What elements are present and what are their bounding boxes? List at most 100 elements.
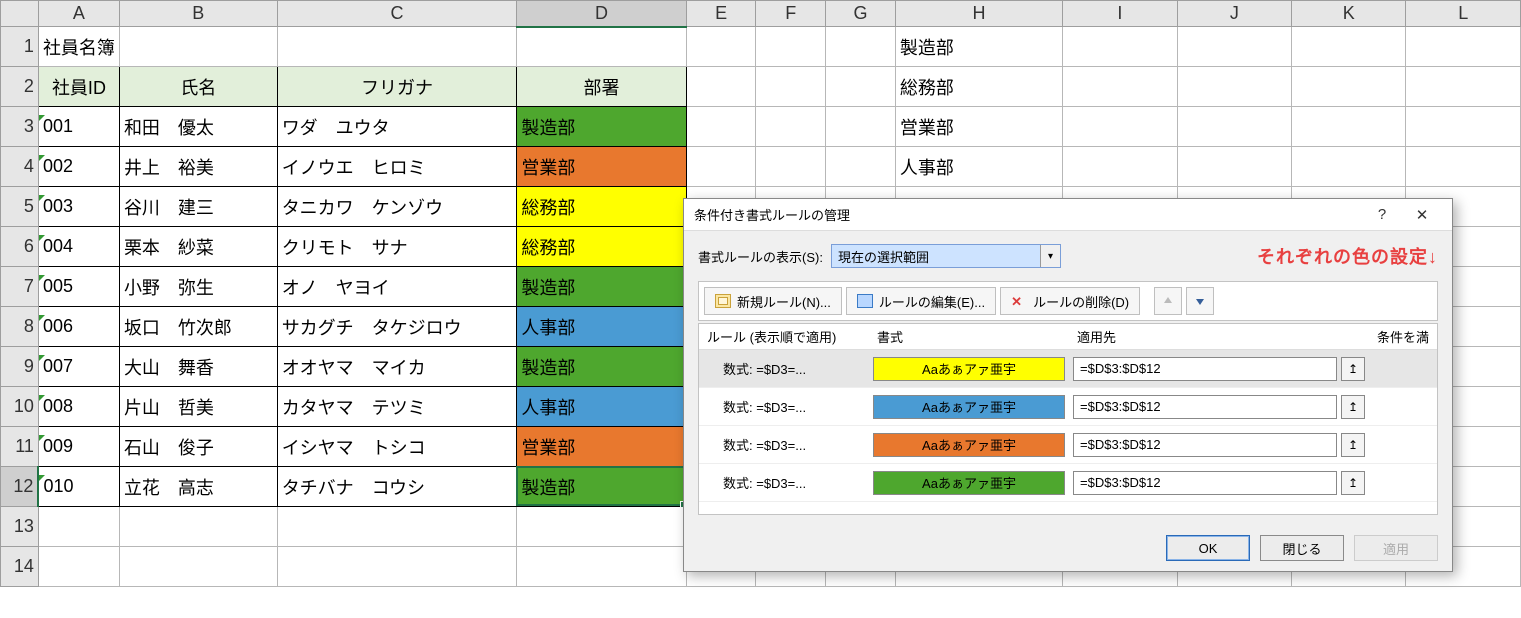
applies-to-input[interactable] [1073,357,1337,381]
cell-D2[interactable]: 部署 [517,67,686,107]
close-icon[interactable]: ✕ [1402,206,1442,224]
cell-A1[interactable]: 社員名簿 [38,27,119,67]
move-down-button[interactable] [1186,287,1214,315]
range-picker-icon[interactable]: ↥ [1341,395,1365,419]
cell-H2[interactable]: 総務部 [895,67,1062,107]
row-header-7[interactable]: 7 [1,267,39,307]
range-picker-icon[interactable]: ↥ [1341,433,1365,457]
cell-A7[interactable]: 005 [38,267,119,307]
cell-J2[interactable] [1177,67,1291,107]
cell-A4[interactable]: 002 [38,147,119,187]
cell-D1[interactable] [517,27,686,67]
cell-G2[interactable] [826,67,896,107]
delete-rule-button[interactable]: ✕ ルールの削除(D) [1000,287,1140,315]
column-header-K[interactable]: K [1292,1,1406,27]
cell-B8[interactable]: 坂口 竹次郎 [119,307,277,347]
cell-D5[interactable]: 総務部 [517,187,686,227]
column-header-D[interactable]: D [517,1,686,27]
rule-row[interactable]: 数式: =$D3=...Aaあぁアァ亜宇↥ [699,388,1437,426]
cell-A6[interactable]: 004 [38,227,119,267]
cell-B6[interactable]: 栗本 紗菜 [119,227,277,267]
cell-A11[interactable]: 009 [38,427,119,467]
cell-E1[interactable] [686,27,756,67]
cell-B2[interactable]: 氏名 [119,67,277,107]
cell-A5[interactable]: 003 [38,187,119,227]
show-rules-combo[interactable]: 現在の選択範囲 ▾ [831,244,1061,268]
row-header-5[interactable]: 5 [1,187,39,227]
cell-I2[interactable] [1063,67,1177,107]
column-header-J[interactable]: J [1177,1,1291,27]
column-header-G[interactable]: G [826,1,896,27]
cell-I1[interactable] [1063,27,1177,67]
cell-D4[interactable]: 営業部 [517,147,686,187]
new-rule-button[interactable]: 新規ルール(N)... [704,287,842,315]
move-up-button[interactable] [1154,287,1182,315]
row-header-2[interactable]: 2 [1,67,39,107]
row-header-1[interactable]: 1 [1,27,39,67]
cell-B3[interactable]: 和田 優太 [119,107,277,147]
cell-H1[interactable]: 製造部 [895,27,1062,67]
cell-E3[interactable] [686,107,756,147]
row-header-14[interactable]: 14 [1,547,39,587]
cell-A10[interactable]: 008 [38,387,119,427]
cell-B13[interactable] [119,507,277,547]
row-header-8[interactable]: 8 [1,307,39,347]
cell-G4[interactable] [826,147,896,187]
rule-row[interactable]: 数式: =$D3=...Aaあぁアァ亜宇↥ [699,426,1437,464]
cell-J3[interactable] [1177,107,1291,147]
cell-K2[interactable] [1292,67,1406,107]
cell-A3[interactable]: 001 [38,107,119,147]
cell-A2[interactable]: 社員ID [38,67,119,107]
column-header-B[interactable]: B [119,1,277,27]
cell-D10[interactable]: 人事部 [517,387,686,427]
cell-K1[interactable] [1292,27,1406,67]
row-header-9[interactable]: 9 [1,347,39,387]
cell-B9[interactable]: 大山 舞香 [119,347,277,387]
rule-row[interactable]: 数式: =$D3=...Aaあぁアァ亜宇↥ [699,350,1437,388]
applies-to-input[interactable] [1073,471,1337,495]
cell-C11[interactable]: イシヤマ トシコ [277,427,517,467]
cell-K4[interactable] [1292,147,1406,187]
column-header-L[interactable]: L [1406,1,1521,27]
cell-D6[interactable]: 総務部 [517,227,686,267]
cell-D13[interactable] [517,507,686,547]
cell-C3[interactable]: ワダ ユウタ [277,107,517,147]
cell-G3[interactable] [826,107,896,147]
cell-D8[interactable]: 人事部 [517,307,686,347]
cell-D9[interactable]: 製造部 [517,347,686,387]
cell-C9[interactable]: オオヤマ マイカ [277,347,517,387]
cell-B4[interactable]: 井上 裕美 [119,147,277,187]
cell-B1[interactable] [119,27,277,67]
cell-H4[interactable]: 人事部 [895,147,1062,187]
row-header-3[interactable]: 3 [1,107,39,147]
cell-H3[interactable]: 営業部 [895,107,1062,147]
column-header-A[interactable]: A [38,1,119,27]
select-all-corner[interactable] [1,1,39,27]
cell-C14[interactable] [277,547,517,587]
apply-button[interactable]: 適用 [1354,535,1438,561]
cell-J1[interactable] [1177,27,1291,67]
ok-button[interactable]: OK [1166,535,1250,561]
cell-B5[interactable]: 谷川 建三 [119,187,277,227]
range-picker-icon[interactable]: ↥ [1341,357,1365,381]
cell-F4[interactable] [756,147,826,187]
cell-I4[interactable] [1063,147,1177,187]
cell-C1[interactable] [277,27,517,67]
close-button[interactable]: 閉じる [1260,535,1344,561]
cell-K3[interactable] [1292,107,1406,147]
cell-C13[interactable] [277,507,517,547]
cell-L4[interactable] [1406,147,1521,187]
row-header-6[interactable]: 6 [1,227,39,267]
row-header-13[interactable]: 13 [1,507,39,547]
applies-to-input[interactable] [1073,395,1337,419]
cell-C10[interactable]: カタヤマ テツミ [277,387,517,427]
cell-A9[interactable]: 007 [38,347,119,387]
cell-A13[interactable] [38,507,119,547]
edit-rule-button[interactable]: ルールの編集(E)... [846,287,996,315]
cell-C8[interactable]: サカグチ タケジロウ [277,307,517,347]
cell-C6[interactable]: クリモト サナ [277,227,517,267]
cell-G1[interactable] [826,27,896,67]
cell-C5[interactable]: タニカワ ケンゾウ [277,187,517,227]
cell-B14[interactable] [119,547,277,587]
row-header-11[interactable]: 11 [1,427,39,467]
